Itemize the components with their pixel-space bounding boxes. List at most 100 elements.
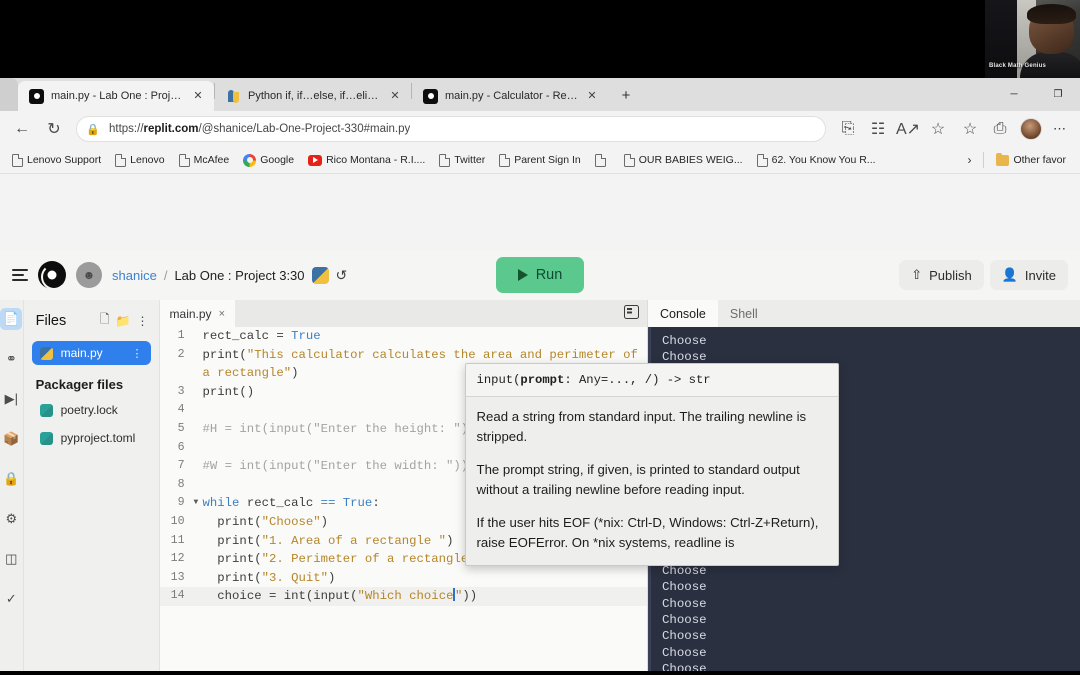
- replit-header: ☻ shanice / Lab One : Project 3:30 ↺ Run…: [0, 250, 1080, 300]
- code-editor-pane: main.py × 1 rect_calc = True 2 print("This …: [159, 300, 839, 675]
- bookmark-label: McAfee: [193, 154, 230, 166]
- layout-panel-icon[interactable]: [624, 305, 639, 319]
- browser-tab-3[interactable]: main.py - Calculator - Replit ✕: [412, 81, 608, 111]
- browser-essentials-icon[interactable]: ⎙: [986, 115, 1014, 143]
- bookmark-item[interactable]: Lenovo Support: [6, 152, 107, 169]
- browser-settings-menu-icon[interactable]: ⋯: [1048, 121, 1072, 137]
- breadcrumb-owner[interactable]: shanice: [112, 268, 157, 283]
- replit-logo-icon[interactable]: [38, 261, 67, 290]
- bookmarks-overflow-area: › Other favor: [961, 152, 1074, 168]
- settings-gear-icon[interactable]: ⚙: [0, 508, 22, 530]
- add-favorite-icon[interactable]: ☆: [924, 116, 952, 142]
- line-number: 2: [177, 347, 185, 361]
- browser-tab-1[interactable]: main.py - Lab One : Project 3:30 ✕: [18, 81, 214, 111]
- code-token: True: [291, 329, 321, 343]
- tooltip-paragraph: Read a string from standard input. The t…: [476, 409, 807, 444]
- python-file-icon: [39, 403, 53, 417]
- bookmark-item[interactable]: [589, 152, 616, 169]
- history-icon[interactable]: ↺: [336, 267, 348, 284]
- menu-hamburger-icon[interactable]: [12, 269, 28, 281]
- minimize-button[interactable]: ─: [992, 78, 1036, 111]
- maximize-button[interactable]: ❐: [1036, 78, 1080, 111]
- close-icon[interactable]: ✕: [388, 90, 402, 102]
- fold-arrow-icon[interactable]: ▼: [194, 494, 203, 513]
- console-line: Choose: [662, 334, 707, 348]
- back-arrow-icon[interactable]: ←: [8, 115, 36, 143]
- python-file-icon: [39, 346, 53, 360]
- line-number: 5: [177, 421, 185, 435]
- other-favorites-button[interactable]: Other favor: [990, 152, 1072, 168]
- editor-tab-main-py[interactable]: main.py ×: [159, 300, 235, 327]
- python-file-icon: [39, 431, 53, 445]
- favorites-icon[interactable]: ☆: [956, 115, 984, 143]
- browser-tab-2[interactable]: Python if, if…else, if…elif…else an ✕: [215, 81, 411, 111]
- replit-favicon-icon: [29, 88, 44, 104]
- read-aloud-icon[interactable]: A↗: [894, 116, 922, 142]
- console-line: Choose: [662, 645, 707, 660]
- bookmark-label: Lenovo: [130, 154, 165, 166]
- publish-label: Publish: [929, 267, 972, 283]
- tab-strip-lead: [0, 78, 18, 111]
- webcam-person-hair: [1027, 4, 1076, 24]
- collections-icon[interactable]: ⎘: [834, 116, 862, 142]
- publish-button[interactable]: ⇧ Publish: [899, 260, 984, 290]
- files-icon[interactable]: 📄: [0, 308, 23, 330]
- file-more-icon[interactable]: ⋮: [132, 347, 143, 360]
- line-number: 1: [177, 329, 185, 342]
- address-bar-url: https://replit.com/@shanice/Lab-One-Proj…: [109, 123, 411, 135]
- run-button[interactable]: Run: [496, 257, 584, 293]
- close-icon[interactable]: ×: [219, 308, 225, 320]
- code-token: print(: [202, 552, 262, 567]
- files-more-icon[interactable]: ⋮: [137, 314, 149, 328]
- bookmark-item[interactable]: Lenovo: [109, 152, 170, 169]
- bookmark-item[interactable]: 62. You Know You R...: [751, 152, 882, 169]
- code-token: rect_calc: [202, 329, 277, 343]
- debugger-icon[interactable]: ▶|: [0, 388, 22, 410]
- file-item-main-py[interactable]: main.py ⋮: [31, 341, 151, 365]
- breadcrumb-title[interactable]: Lab One : Project 3:30: [174, 268, 304, 283]
- reload-icon[interactable]: ↻: [40, 115, 68, 143]
- page-icon: [439, 153, 451, 167]
- webcam-name-label: Black Math Genius: [989, 63, 1047, 69]
- bookmark-label: Rico Montana - R.I....: [326, 154, 426, 166]
- documentation-tooltip: input(prompt: Any=..., /) -> str Read a …: [464, 363, 839, 566]
- youtube-icon: [308, 154, 323, 166]
- invite-button[interactable]: 👤 Invite: [989, 260, 1068, 290]
- page-icon: [115, 153, 127, 167]
- bookmark-item[interactable]: McAfee: [173, 152, 236, 169]
- database-icon[interactable]: ◫: [0, 548, 22, 570]
- replit-sidebar-rail: 📄 ⚭ ▶| 📦 🔒 ⚙ ◫ ✓: [0, 300, 24, 675]
- secrets-lock-icon[interactable]: 🔒: [0, 468, 22, 490]
- line-number: 6: [177, 440, 185, 454]
- packages-icon[interactable]: 📦: [0, 428, 22, 450]
- bookmark-item[interactable]: Twitter: [433, 152, 491, 169]
- divider: [983, 152, 985, 168]
- bookmark-item[interactable]: OUR BABIES WEIG...: [618, 152, 749, 169]
- bookmark-item[interactable]: Rico Montana - R.I....: [302, 152, 431, 168]
- breadcrumb-separator: /: [163, 267, 168, 283]
- page-icon: [623, 153, 635, 167]
- bookmark-item[interactable]: Parent Sign In: [493, 152, 587, 169]
- new-tab-button[interactable]: +: [613, 82, 639, 108]
- line-number: 8: [177, 477, 185, 491]
- profile-avatar[interactable]: [1020, 118, 1042, 140]
- new-file-icon[interactable]: 🗋: [100, 310, 110, 331]
- close-icon[interactable]: ✕: [585, 90, 599, 102]
- split-screen-icon[interactable]: ☷: [864, 116, 892, 142]
- browser-tab-strip: main.py - Lab One : Project 3:30 ✕ Pytho…: [0, 78, 1080, 111]
- checks-icon[interactable]: ✓: [0, 588, 22, 610]
- version-control-icon[interactable]: ⚭: [0, 348, 22, 370]
- packager-files-title: Packager files: [35, 377, 124, 392]
- tab-shell[interactable]: Shell: [718, 300, 770, 327]
- file-item-pyproject-toml[interactable]: pyproject.toml: [32, 426, 151, 450]
- user-avatar[interactable]: ☻: [76, 262, 102, 288]
- address-bar[interactable]: 🔒 https://replit.com/@shanice/Lab-One-Pr…: [76, 116, 826, 142]
- bookmark-item[interactable]: Google: [237, 152, 300, 169]
- close-icon[interactable]: ✕: [191, 90, 205, 102]
- new-folder-icon[interactable]: 📁: [116, 314, 131, 328]
- console-line: Choose: [662, 629, 707, 644]
- chevron-right-icon[interactable]: ›: [961, 153, 977, 167]
- replit-header-actions: ⇧ Publish 👤 Invite: [899, 260, 1068, 290]
- tab-console[interactable]: Console: [648, 300, 718, 327]
- file-item-poetry-lock[interactable]: poetry.lock: [32, 398, 151, 422]
